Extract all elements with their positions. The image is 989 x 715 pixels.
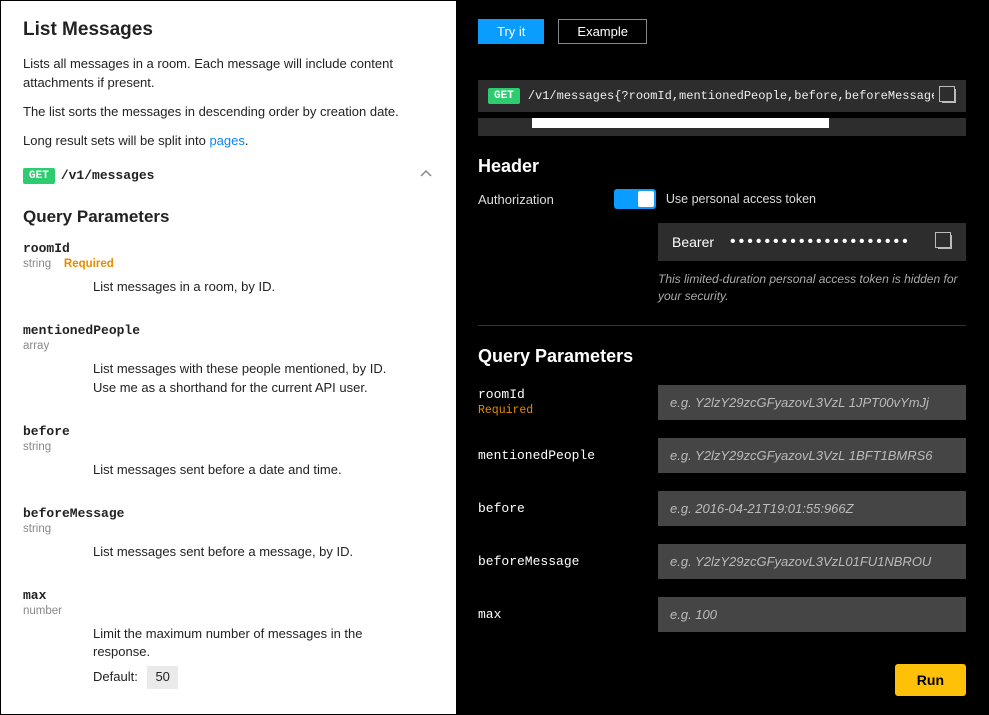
- masked-token: •••••••••••••••••••••: [730, 233, 911, 251]
- param-max: max number Limit the maximum number of m…: [23, 588, 434, 690]
- copy-icon[interactable]: [942, 89, 956, 103]
- desc-line-3: Long result sets will be split into page…: [23, 132, 434, 151]
- toggle-label: Use personal access token: [666, 192, 816, 206]
- request-url: /v1/messages{?roomId,mentionedPeople,bef…: [528, 89, 934, 103]
- param-roomid: roomId string Required List messages in …: [23, 241, 434, 297]
- desc-line-2: The list sorts the messages in descendin…: [23, 103, 434, 122]
- tabs: Try it Example: [478, 19, 966, 44]
- auth-label: Authorization: [478, 192, 554, 207]
- qp-row-mentionedpeople: mentionedPeople: [478, 438, 966, 473]
- param-before: before string List messages sent before …: [23, 424, 434, 480]
- query-params-heading: Query Parameters: [23, 207, 434, 227]
- mentionedpeople-input[interactable]: [658, 438, 966, 473]
- param-beforemessage: beforeMessage string List messages sent …: [23, 506, 434, 562]
- bearer-token-box: Bearer •••••••••••••••••••••: [658, 223, 966, 261]
- default-value-box: 50: [147, 666, 177, 689]
- endpoint-row[interactable]: GET /v1/messages: [23, 166, 434, 185]
- chevron-up-icon[interactable]: [418, 166, 434, 185]
- qp-row-beforemessage: beforeMessage: [478, 544, 966, 579]
- divider: [478, 325, 966, 326]
- qp-row-before: before: [478, 491, 966, 526]
- url-scrollbar[interactable]: [478, 118, 966, 136]
- param-mentionedpeople: mentionedPeople array List messages with…: [23, 323, 434, 398]
- max-input[interactable]: [658, 597, 966, 632]
- pages-link[interactable]: pages: [209, 133, 244, 148]
- copy-token-icon[interactable]: [938, 235, 952, 249]
- roomid-input[interactable]: [658, 385, 966, 420]
- method-badge-right: GET: [488, 88, 520, 104]
- documentation-panel: List Messages Lists all messages in a ro…: [1, 1, 456, 714]
- try-it-panel: Try it Example GET /v1/messages{?roomId,…: [456, 1, 988, 714]
- auth-row: Authorization Use personal access token: [478, 189, 966, 209]
- endpoint-path: /v1/messages: [61, 168, 155, 183]
- qp-heading-right: Query Parameters: [478, 346, 966, 367]
- qp-row-roomid: roomId Required: [478, 385, 966, 420]
- auth-note: This limited-duration personal access to…: [658, 271, 966, 305]
- tab-example[interactable]: Example: [558, 19, 647, 44]
- beforemessage-input[interactable]: [658, 544, 966, 579]
- page-title: List Messages: [23, 19, 434, 41]
- run-button[interactable]: Run: [895, 664, 966, 696]
- header-section-title: Header: [478, 156, 966, 177]
- tab-try-it[interactable]: Try it: [478, 19, 544, 44]
- url-bar: GET /v1/messages{?roomId,mentionedPeople…: [478, 80, 966, 112]
- before-input[interactable]: [658, 491, 966, 526]
- personal-token-toggle[interactable]: [614, 189, 656, 209]
- qp-row-max: max: [478, 597, 966, 632]
- desc-line-1: Lists all messages in a room. Each messa…: [23, 55, 434, 93]
- method-badge: GET: [23, 168, 55, 184]
